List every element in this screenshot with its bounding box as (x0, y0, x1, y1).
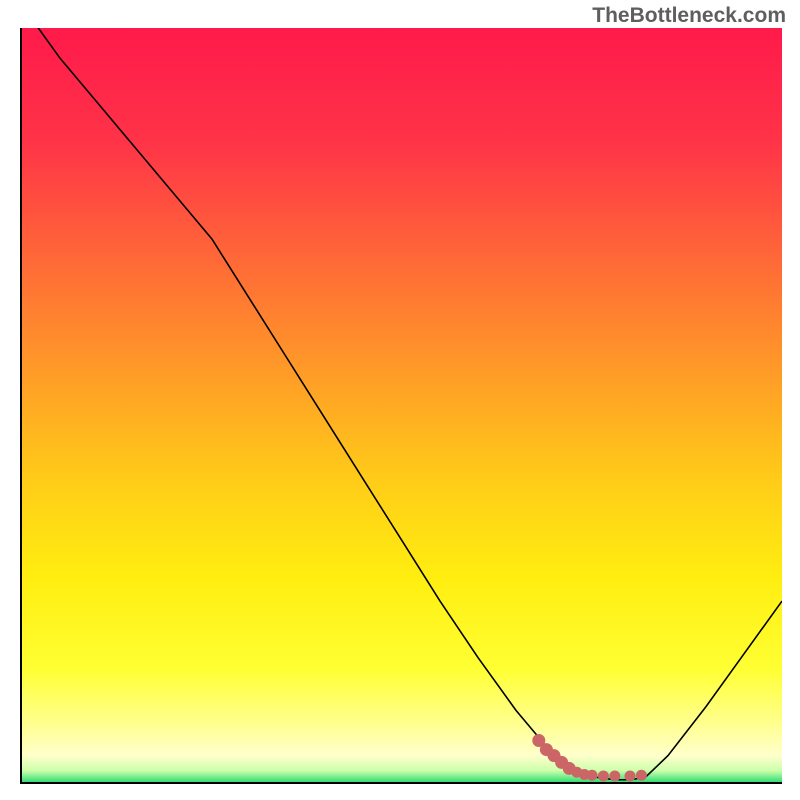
highlight-dot (609, 770, 620, 781)
highlight-dot (598, 770, 609, 781)
highlight-dots (22, 28, 782, 782)
highlight-dot (636, 770, 647, 781)
chart-container: TheBottleneck.com (0, 0, 800, 800)
highlight-dot (625, 770, 636, 781)
watermark-text: TheBottleneck.com (592, 4, 786, 28)
plot-area (20, 28, 782, 784)
highlight-dot (587, 770, 598, 781)
